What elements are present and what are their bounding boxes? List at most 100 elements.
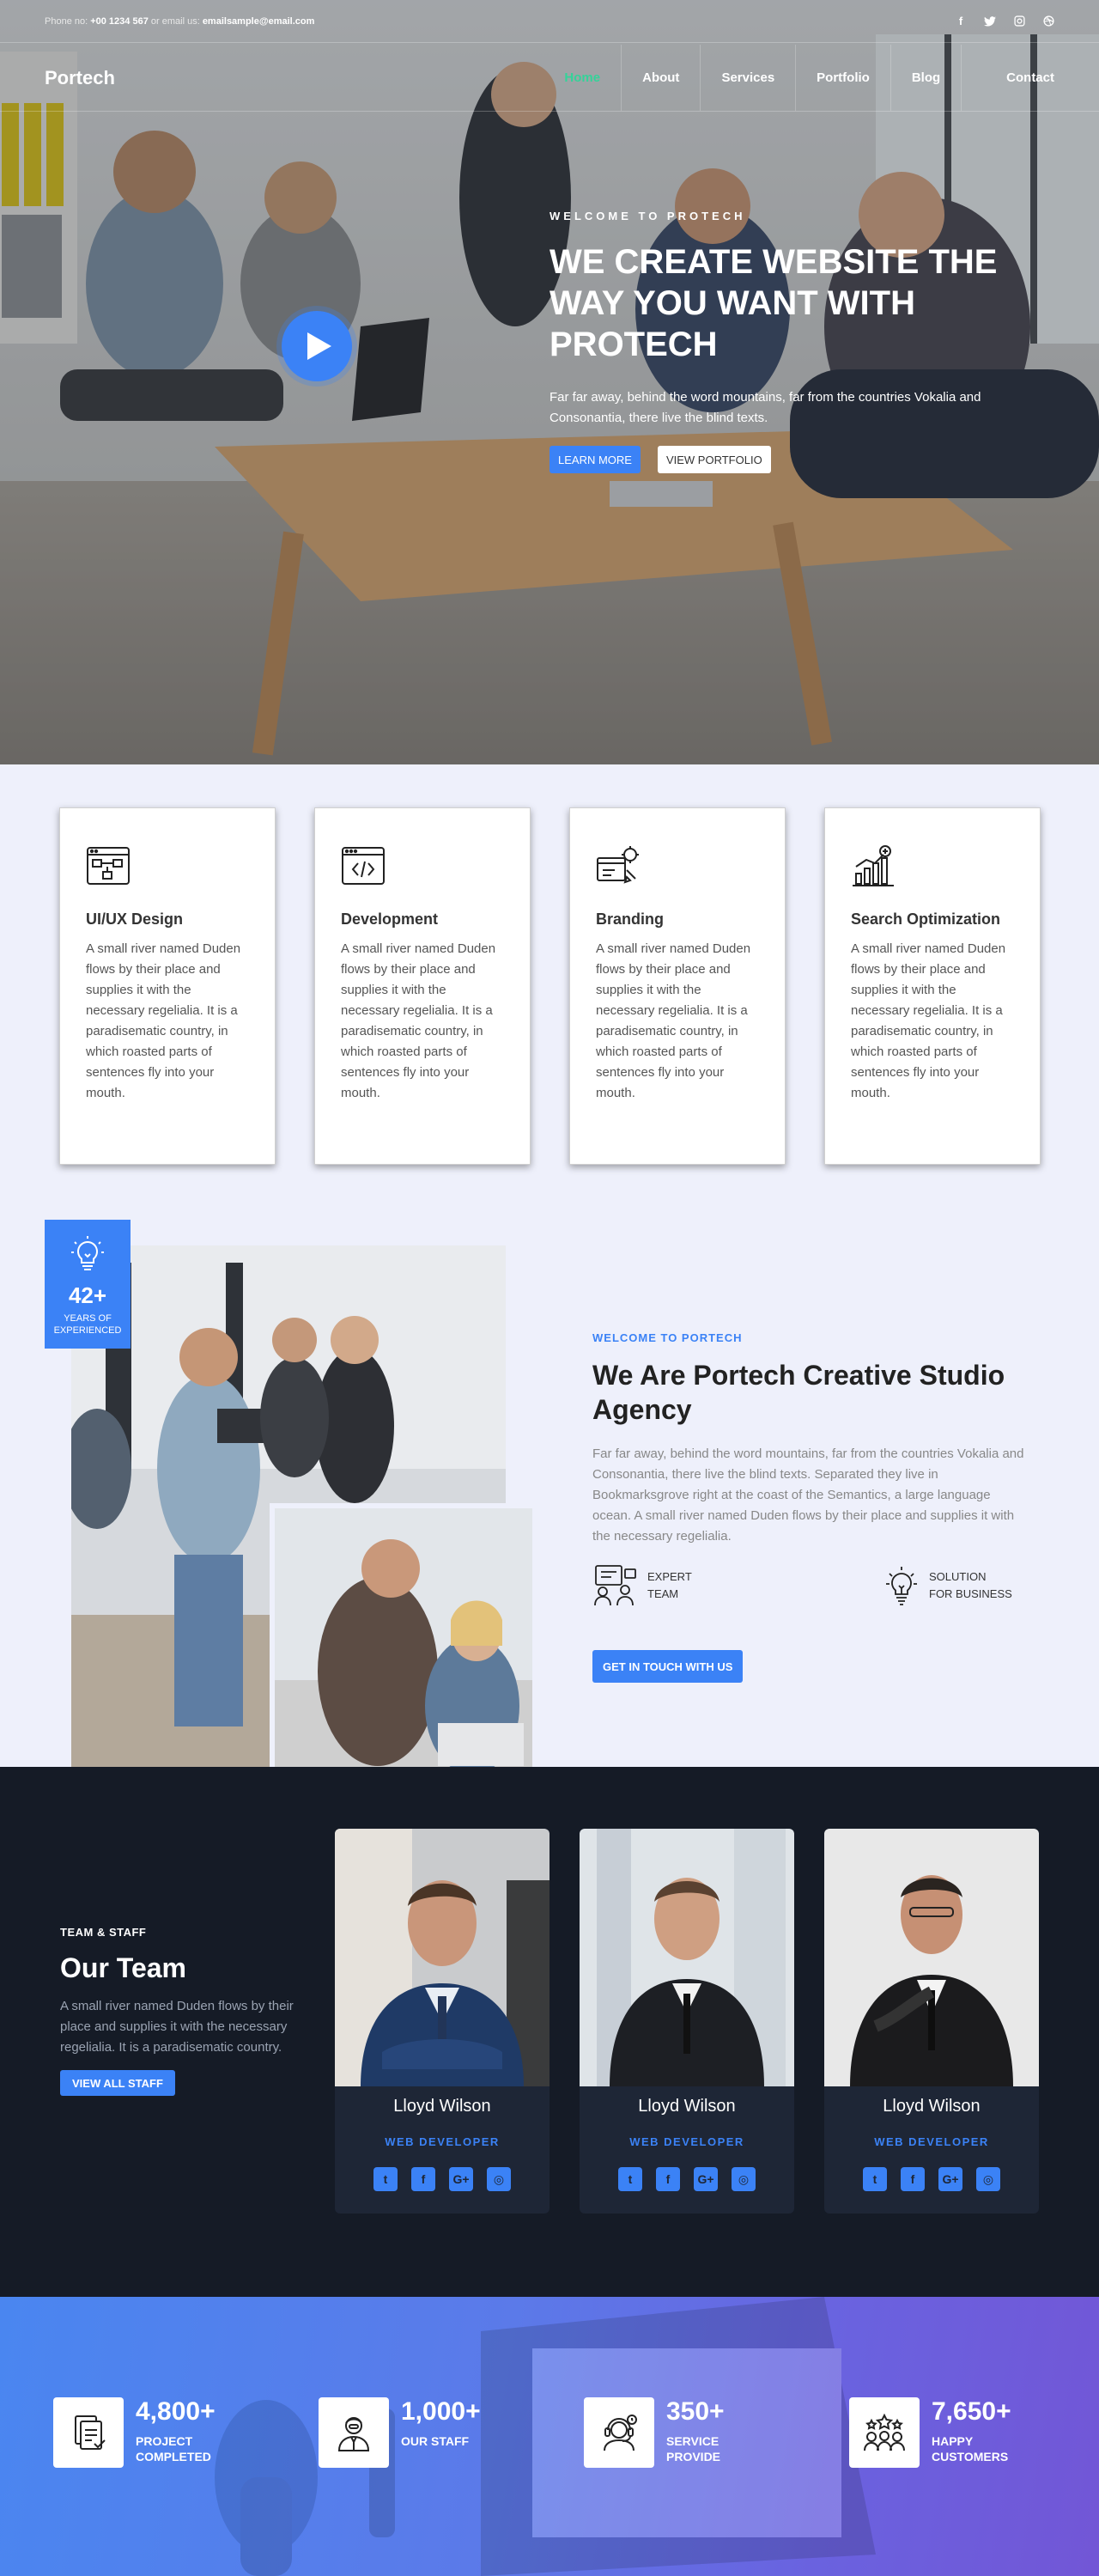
stats-section: 4,800+ PROJECT COMPLETED 1,000+ OUR STAF… [0, 2297, 1099, 2576]
experience-label: YEARS OF EXPERIENCED [53, 1313, 122, 1336]
service-text: A small river named Duden flows by their… [851, 941, 1006, 1100]
customers-icon [864, 2413, 905, 2451]
member-role: WEB DEVELOPER [874, 2135, 989, 2148]
hero-title: WE CREATE WEBSITE THE WAY YOU WANT WITH … [550, 243, 998, 363]
member-role: WEB DEVELOPER [385, 2135, 500, 2148]
about-title: We Are Portech Creative Studio Agency [592, 1360, 1005, 1425]
stat-text: 350+ SERVICE PROVIDE [666, 2397, 725, 2464]
team-section: TEAM & STAFF Our Team A small river name… [0, 1767, 1099, 2297]
twitter-icon[interactable]: t [373, 2167, 398, 2191]
team-member-card[interactable]: Lloyd Wilson WEB DEVELOPER t f G+ ◎ [580, 1829, 794, 2214]
stat-label-line2: COMPLETED [136, 2450, 211, 2463]
support-icon [604, 2415, 637, 2451]
stat-icon-box [53, 2397, 124, 2468]
member-socials: t f G+ ◎ [824, 2167, 1039, 2191]
about-kicker: WELCOME TO PORTECH [592, 1331, 743, 1344]
nav-home[interactable]: Home [543, 45, 621, 111]
service-title: UI/UX Design [86, 910, 184, 928]
twitter-icon[interactable] [984, 15, 996, 27]
google-plus-icon[interactable]: G+ [449, 2167, 473, 2191]
feature-label: SOLUTION FOR BUSINESS [929, 1568, 1012, 1603]
stat-number: 7,650+ [932, 2397, 1011, 2426]
about-image-meeting [270, 1503, 532, 1767]
service-text: A small river named Duden flows by their… [341, 941, 496, 1100]
facebook-icon[interactable]: f [901, 2167, 925, 2191]
dribbble-icon[interactable] [1042, 15, 1054, 27]
service-card-seo[interactable]: Search Optimization A small river named … [824, 807, 1041, 1165]
seo-chart-icon [853, 845, 894, 886]
member-name: Lloyd Wilson [393, 2097, 491, 2116]
stat-label-line1: OUR STAFF [401, 2434, 470, 2448]
service-card-uiux[interactable]: UI/UX Design A small river named Duden f… [59, 807, 276, 1165]
twitter-icon[interactable]: t [863, 2167, 887, 2191]
play-video-button[interactable] [282, 311, 352, 381]
nav-services[interactable]: Services [700, 45, 795, 111]
learn-more-button[interactable]: LEARN MORE [550, 446, 641, 473]
stat-services: 350+ SERVICE PROVIDE [584, 2397, 849, 2468]
about-section: 42+ YEARS OF EXPERIENCED WELCOME TO PORT… [0, 1220, 1099, 1767]
service-card-branding[interactable]: Branding A small river named Duden flows… [569, 807, 786, 1165]
member-photo [335, 1829, 550, 2086]
email-address[interactable]: emailsample@email.com [203, 16, 315, 27]
nav-portfolio[interactable]: Portfolio [795, 45, 890, 111]
about-features: EXPERT TEAM SOLUTION FOR BUSINESS [592, 1564, 1030, 1607]
instagram-icon[interactable]: ◎ [976, 2167, 1000, 2191]
instagram-icon[interactable] [1013, 15, 1025, 27]
services-section: UI/UX Design A small river named Duden f… [0, 764, 1099, 1220]
stat-label-line1: SERVICE [666, 2434, 720, 2448]
stat-staff: 1,000+ OUR STAFF [319, 2397, 584, 2468]
stat-icon-box [319, 2397, 389, 2468]
feature-expert-team: EXPERT TEAM [592, 1564, 884, 1607]
stat-label: PROJECT COMPLETED [136, 2433, 216, 2464]
documents-icon [75, 2415, 106, 2450]
stat-label: OUR STAFF [401, 2433, 481, 2449]
main-nav: Home About Services Portfolio Blog Conta… [543, 45, 1054, 111]
phone-number[interactable]: +00 1234 567 [90, 16, 149, 27]
facebook-icon[interactable]: f [955, 15, 967, 27]
hero-kicker: WELCOME TO PROTECH [550, 210, 746, 222]
view-portfolio-button[interactable]: VIEW PORTFOLIO [657, 446, 771, 473]
nav-about[interactable]: About [621, 45, 700, 111]
team-member-card[interactable]: Lloyd Wilson WEB DEVELOPER t f G+ ◎ [335, 1829, 550, 2214]
service-title: Development [341, 910, 439, 928]
stat-customers: 7,650+ HAPPY CUSTOMERS [849, 2397, 1099, 2468]
stat-label-line1: HAPPY [932, 2434, 974, 2448]
stat-label-line1: PROJECT [136, 2434, 193, 2448]
feature-line1: EXPERT [647, 1570, 692, 1583]
feature-solution: SOLUTION FOR BUSINESS [884, 1564, 1012, 1607]
hero-buttons: LEARN MORE VIEW PORTFOLIO [550, 446, 1030, 473]
topbar-socials: f [955, 15, 1054, 27]
phone-label: Phone no: [45, 15, 88, 27]
stat-number: 4,800+ [136, 2397, 216, 2426]
member-socials: t f G+ ◎ [335, 2167, 550, 2191]
stat-text: 7,650+ HAPPY CUSTOMERS [932, 2397, 1011, 2464]
stat-number: 1,000+ [401, 2397, 481, 2426]
contact-info: Phone no: +00 1234 567 or email us: emai… [45, 16, 314, 27]
team-intro: TEAM & STAFF Our Team A small river name… [60, 1926, 301, 2096]
service-card-development[interactable]: Development A small river named Duden fl… [314, 807, 531, 1165]
feature-label: EXPERT TEAM [647, 1568, 692, 1603]
view-all-staff-button[interactable]: VIEW ALL STAFF [60, 2070, 175, 2096]
stat-text: 1,000+ OUR STAFF [401, 2397, 481, 2449]
feature-line1: SOLUTION [929, 1570, 987, 1583]
lightbulb-icon [886, 1567, 917, 1605]
team-kicker: TEAM & STAFF [60, 1926, 147, 1939]
get-in-touch-button[interactable]: GET IN TOUCH WITH US [592, 1650, 744, 1683]
hero-content: WELCOME TO PROTECH WE CREATE WEBSITE THE… [550, 210, 1030, 473]
instagram-icon[interactable]: ◎ [487, 2167, 511, 2191]
facebook-icon[interactable]: f [411, 2167, 435, 2191]
experience-badge: 42+ YEARS OF EXPERIENCED [45, 1220, 131, 1349]
instagram-icon[interactable]: ◎ [732, 2167, 756, 2191]
experience-number: 42+ [68, 1282, 107, 1308]
nav-blog[interactable]: Blog [890, 45, 961, 111]
twitter-icon[interactable]: t [618, 2167, 642, 2191]
stat-label-line2: CUSTOMERS [932, 2450, 1009, 2463]
team-member-card[interactable]: Lloyd Wilson WEB DEVELOPER t f G+ ◎ [824, 1829, 1039, 2214]
nav-contact[interactable]: Contact [961, 45, 1054, 111]
stat-projects: 4,800+ PROJECT COMPLETED [53, 2397, 319, 2468]
facebook-icon[interactable]: f [656, 2167, 680, 2191]
google-plus-icon[interactable]: G+ [938, 2167, 962, 2191]
brand-logo[interactable]: Portech [45, 67, 115, 89]
email-label: or email us: [150, 15, 200, 27]
google-plus-icon[interactable]: G+ [694, 2167, 718, 2191]
